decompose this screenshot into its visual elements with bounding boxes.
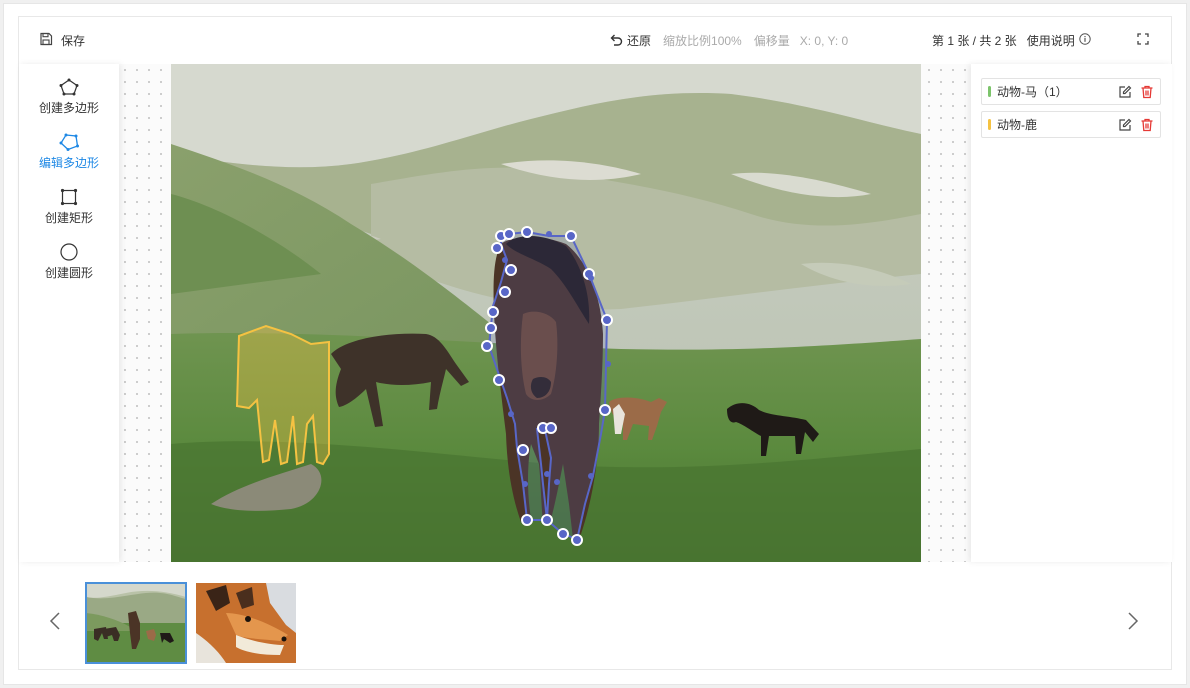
help-link[interactable]: 使用说明 xyxy=(1027,32,1091,49)
offset-label: 偏移量 xyxy=(753,34,790,48)
page-indicator: 第 1 张 / 共 2 张 xyxy=(932,34,1017,48)
tool-create-polygon[interactable]: 创建多边形 xyxy=(19,78,119,116)
offset-value: X: 0, Y: 0 xyxy=(799,33,849,48)
tool-create-rectangle[interactable]: 创建矩形 xyxy=(19,188,119,226)
save-label: 保存 xyxy=(61,34,86,48)
prev-image-button[interactable] xyxy=(49,611,61,634)
fullscreen-icon xyxy=(1137,33,1149,48)
tool-edit-polygon[interactable]: 编辑多边形 xyxy=(19,133,119,171)
tool-create-circle[interactable]: 创建圆形 xyxy=(19,243,119,281)
edit-icon[interactable] xyxy=(1116,83,1134,101)
label-item-horse[interactable]: 动物-马（1） xyxy=(981,78,1161,105)
delete-icon[interactable] xyxy=(1138,116,1156,134)
tool-create-rectangle-label: 创建矩形 xyxy=(44,211,93,225)
rectangle-icon xyxy=(19,188,119,206)
save-button[interactable]: 保存 xyxy=(39,32,85,49)
thumbnail-horses[interactable] xyxy=(85,582,187,664)
delete-icon[interactable] xyxy=(1138,83,1156,101)
label-color-marker xyxy=(988,119,991,130)
edit-icon[interactable] xyxy=(1116,116,1134,134)
save-icon xyxy=(39,32,53,49)
label-item-name: 动物-马（1） xyxy=(997,85,1068,99)
thumbnail-strip xyxy=(19,563,1171,671)
label-item-deer[interactable]: 动物-鹿 xyxy=(981,111,1161,138)
chevron-right-icon xyxy=(1127,612,1139,634)
tool-edit-polygon-label: 编辑多边形 xyxy=(38,156,99,170)
tool-sidebar: 创建多边形 编辑多边形 创建矩形 创建圆形 xyxy=(19,64,119,562)
label-color-marker xyxy=(988,86,991,97)
header-bar: 保存 还原 缩放比例100% 偏移量 X: 0, Y: 0 第 1 张 / 共 … xyxy=(19,17,1171,63)
fullscreen-button[interactable] xyxy=(1137,33,1149,48)
help-label: 使用说明 xyxy=(1026,34,1075,48)
annotation-panel: 保存 还原 缩放比例100% 偏移量 X: 0, Y: 0 第 1 张 / 共 … xyxy=(18,16,1172,670)
tool-create-circle-label: 创建圆形 xyxy=(44,266,93,280)
thumbnail-fox[interactable] xyxy=(196,583,296,663)
info-icon xyxy=(1079,33,1091,48)
circle-icon xyxy=(19,243,119,261)
polygon-icon xyxy=(19,78,119,96)
zoom-ratio-text: 缩放比例100% xyxy=(663,34,742,48)
annotated-photo[interactable] xyxy=(171,64,921,562)
label-item-name: 动物-鹿 xyxy=(997,118,1037,132)
next-image-button[interactable] xyxy=(1127,611,1139,634)
edit-polygon-icon xyxy=(19,133,119,151)
tool-create-polygon-label: 创建多边形 xyxy=(38,101,99,115)
undo-label: 还原 xyxy=(627,34,652,48)
label-list-panel: 动物-马（1） 动物-鹿 xyxy=(971,64,1172,562)
undo-button[interactable]: 还原 xyxy=(609,32,651,49)
annotation-canvas[interactable] xyxy=(119,64,971,562)
chevron-left-icon xyxy=(49,612,61,634)
undo-icon xyxy=(609,33,623,49)
